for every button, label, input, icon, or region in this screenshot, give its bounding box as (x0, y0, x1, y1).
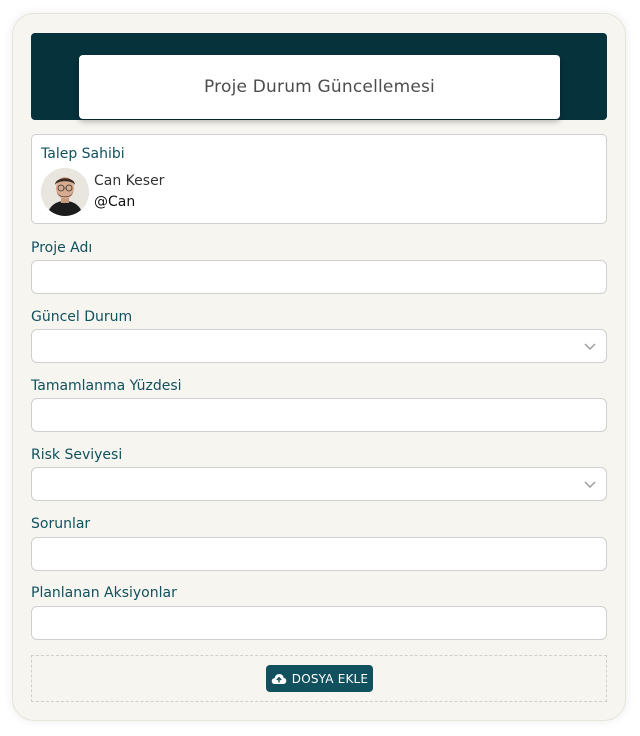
planned-actions-label: Planlanan Aksiyonlar (31, 585, 177, 601)
chevron-down-icon (584, 481, 596, 488)
completion-percentage-input[interactable] (31, 398, 607, 432)
issues-input[interactable] (31, 537, 607, 571)
add-file-button[interactable]: DOSYA EKLE (266, 665, 373, 692)
current-status-select[interactable] (31, 329, 607, 363)
avatar (41, 168, 89, 216)
requester-section: Talep Sahibi Can Keser @Can (31, 134, 607, 224)
current-status-label: Güncel Durum (31, 309, 133, 325)
risk-level-select[interactable] (31, 467, 607, 501)
issues-label: Sorunlar (31, 516, 91, 532)
form-title: Proje Durum Güncellemesi (204, 77, 435, 97)
requester-name: Can Keser (94, 173, 165, 189)
project-name-input[interactable] (31, 260, 607, 294)
requester-label: Talep Sahibi (41, 146, 125, 162)
project-name-label: Proje Adı (31, 240, 93, 256)
add-file-label: DOSYA EKLE (291, 671, 369, 686)
planned-actions-input[interactable] (31, 606, 607, 640)
form-title-panel: Proje Durum Güncellemesi (79, 55, 560, 119)
risk-level-label: Risk Seviyesi (31, 447, 123, 463)
cloud-upload-icon (271, 673, 287, 684)
chevron-down-icon (584, 343, 596, 350)
completion-percentage-label: Tamamlanma Yüzdesi (31, 378, 182, 394)
requester-handle: @Can (94, 194, 136, 210)
